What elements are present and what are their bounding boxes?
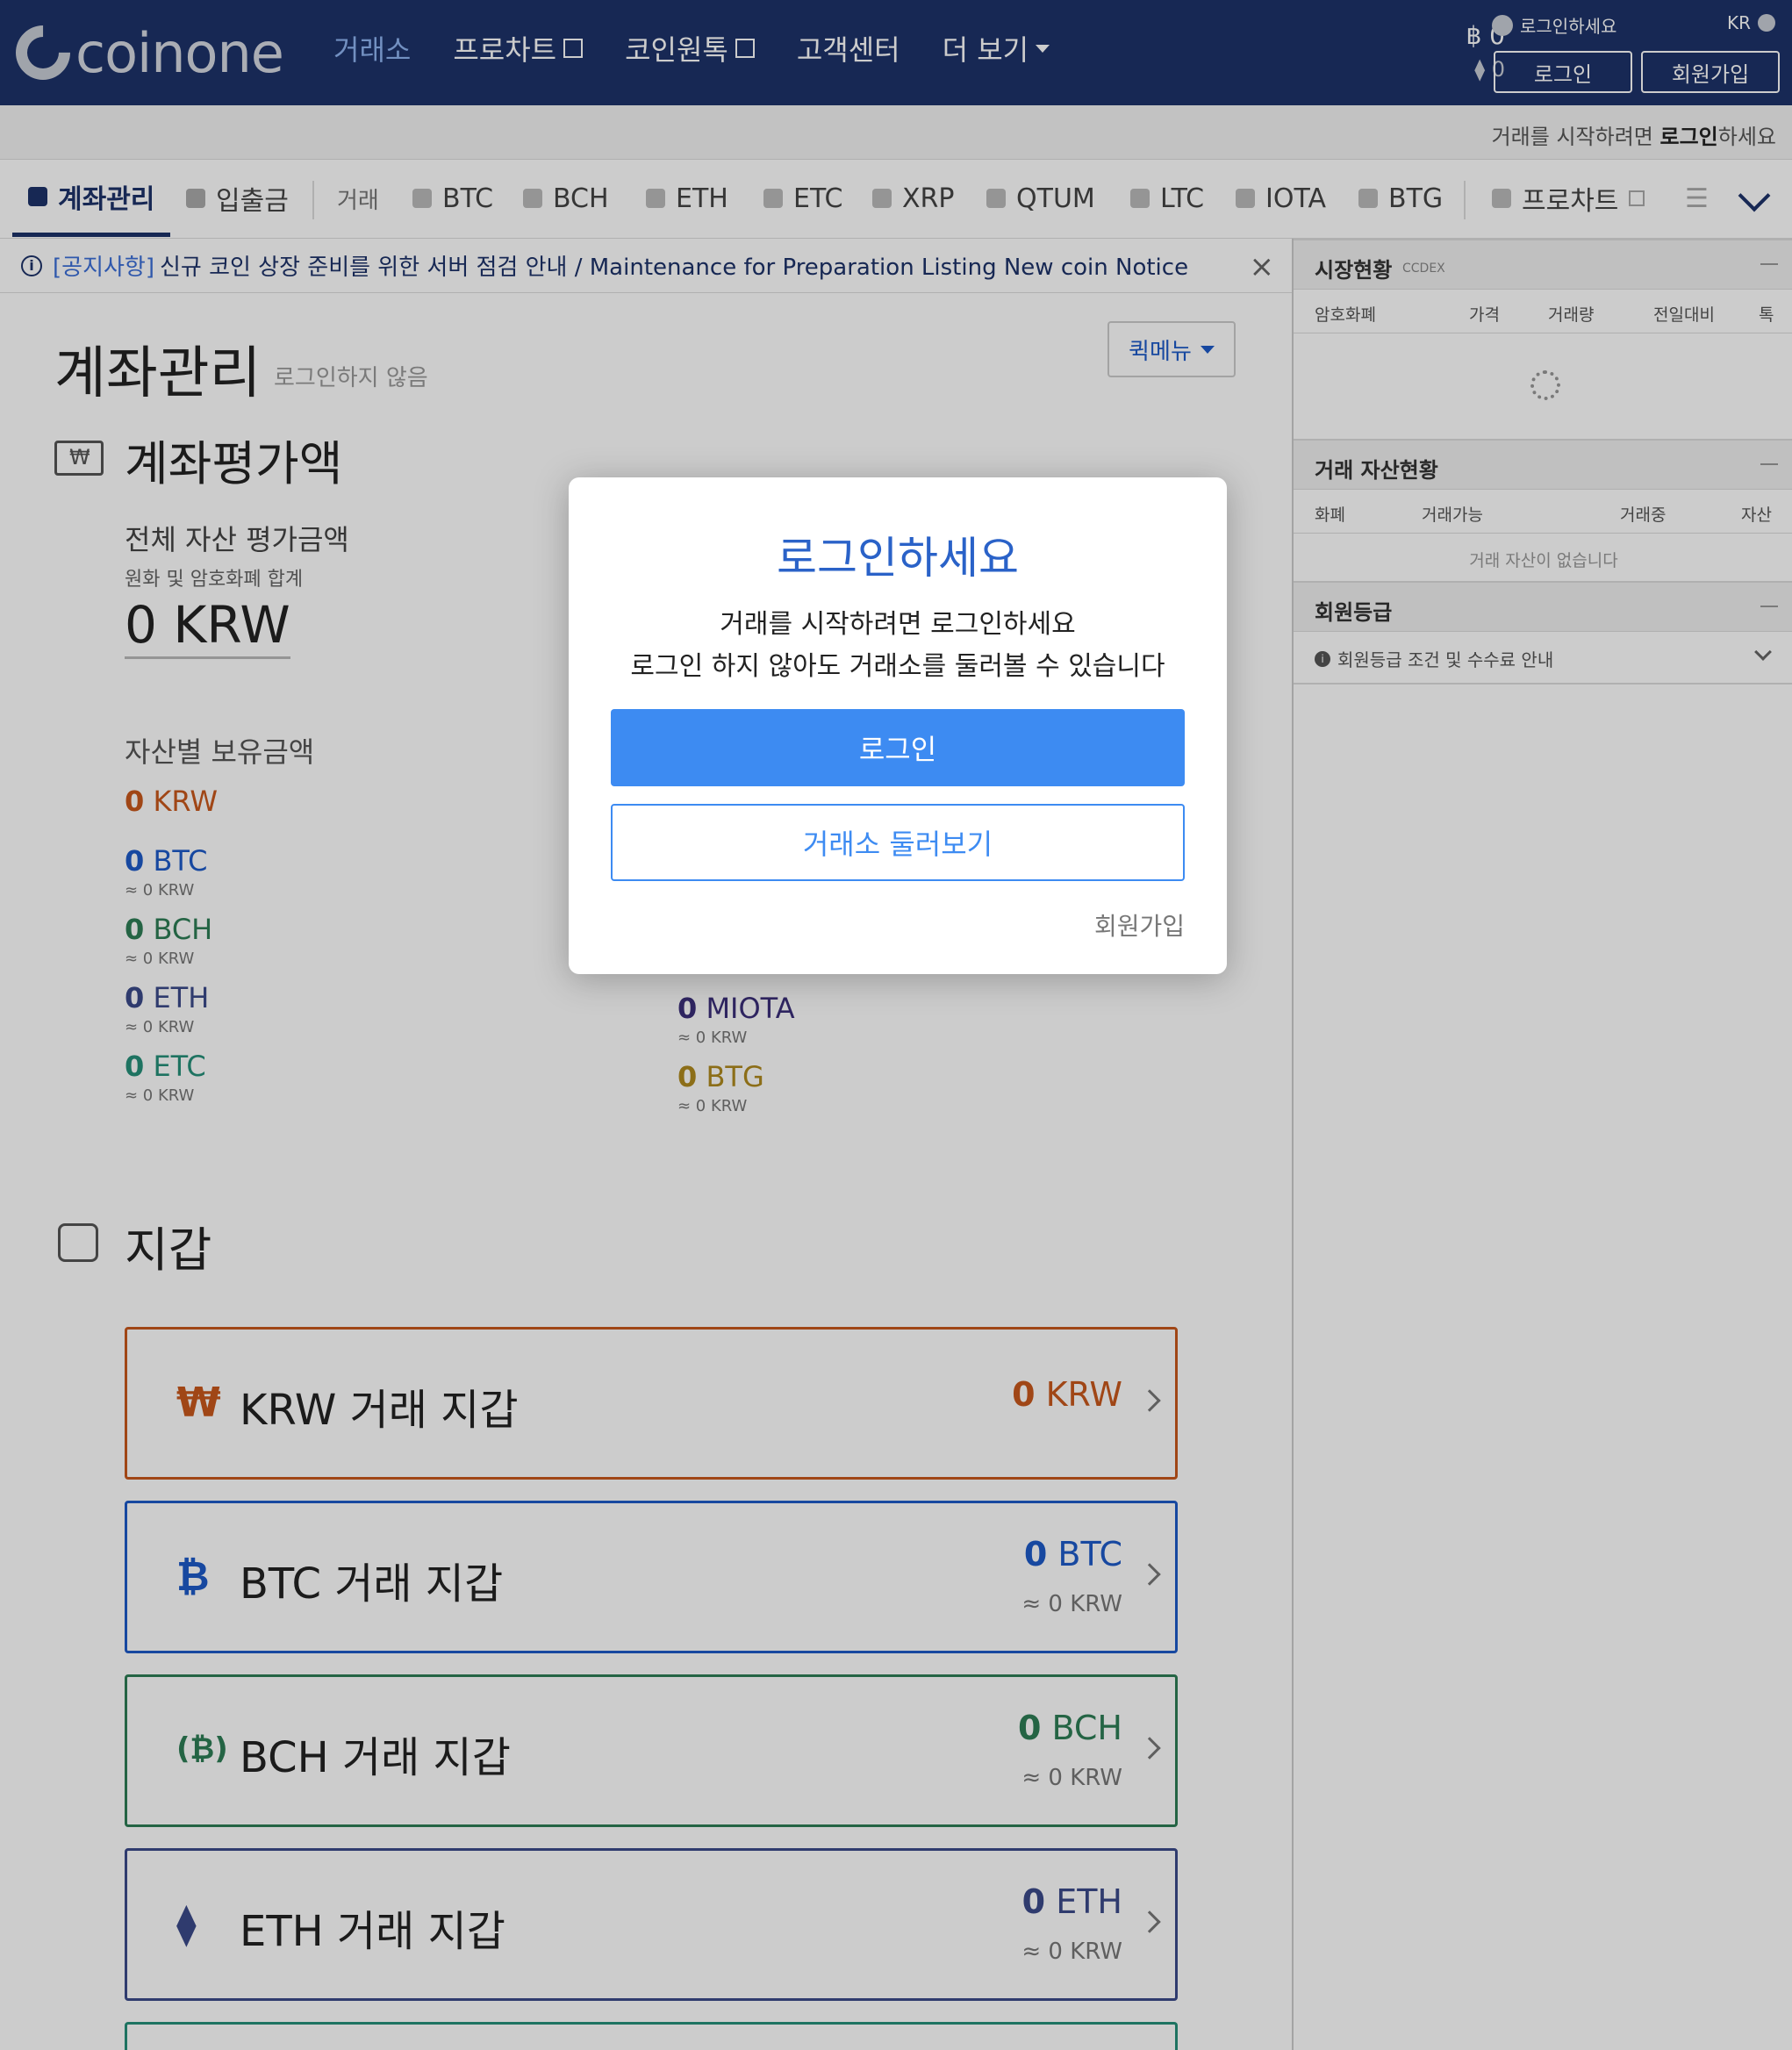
modal-line1: 거래를 시작하려면 로그인하세요 <box>720 609 1076 640</box>
modal-backdrop[interactable] <box>0 0 1792 2050</box>
login-modal: 로그인하세요 거래를 시작하려면 로그인하세요 로그인 하지 않아도 거래소를 … <box>569 477 1227 974</box>
modal-login-button[interactable]: 로그인 <box>611 709 1185 786</box>
modal-title: 로그인하세요 <box>777 533 1019 584</box>
modal-line2: 로그인 하지 않아도 거래소를 둘러볼 수 있습니다 <box>630 651 1165 682</box>
modal-signup-link[interactable]: 회원가입 <box>1094 907 1185 943</box>
modal-browse-button[interactable]: 거래소 둘러보기 <box>611 804 1185 881</box>
